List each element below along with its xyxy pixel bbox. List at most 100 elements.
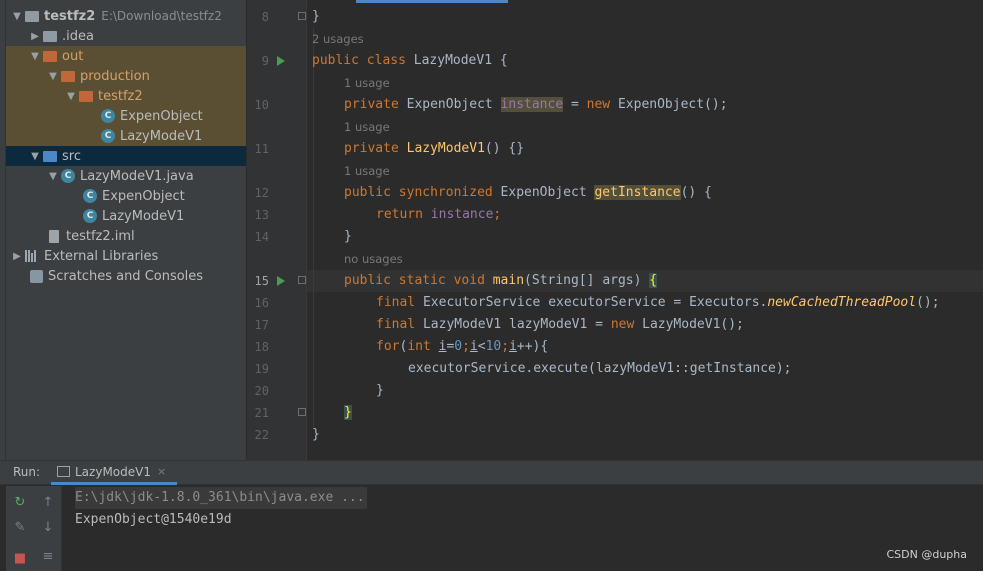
active-tab-indicator — [356, 0, 508, 3]
tree-item-external-libraries[interactable]: ▶ External Libraries — [6, 246, 246, 266]
tree-item-idea[interactable]: ▶ .idea — [6, 26, 246, 46]
folder-icon — [42, 28, 58, 44]
scratches-icon — [28, 268, 44, 284]
tree-item-production[interactable]: ▼ production — [6, 66, 246, 86]
line-number: 18 — [254, 340, 269, 354]
tree-item-label: out — [62, 48, 84, 64]
chevron-down-icon[interactable]: ▼ — [46, 171, 60, 182]
tree-item-iml[interactable]: testfz2.iml — [6, 226, 246, 246]
chevron-down-icon[interactable]: ▼ — [28, 51, 42, 62]
fold-marker-icon[interactable] — [298, 276, 306, 284]
code-line-10: private ExpenObject instance = new Expen… — [344, 97, 728, 112]
module-file-icon — [46, 228, 62, 244]
tree-item-label: production — [80, 68, 150, 84]
tree-item-expenobject[interactable]: C ExpenObject — [6, 186, 246, 206]
chevron-right-icon[interactable]: ▶ — [10, 251, 24, 262]
excluded-folder-icon — [60, 68, 76, 84]
fold-marker-icon[interactable] — [298, 12, 306, 20]
arrow-up-icon[interactable]: ↑ — [40, 494, 56, 510]
code-line-16: final ExecutorService executorService = … — [376, 295, 940, 310]
tree-root-path: E:\Download\testfz2 — [101, 9, 222, 23]
run-class-icon[interactable] — [277, 56, 285, 66]
line-number: 9 — [261, 54, 269, 68]
code-line-11: private LazyModeV1() {} — [344, 141, 525, 156]
chevron-down-icon[interactable]: ▼ — [46, 71, 60, 82]
run-tab-lazymodev1[interactable]: LazyModeV1 × — [51, 461, 177, 485]
line-number: 20 — [254, 384, 269, 398]
soft-wrap-icon[interactable]: ≡ — [40, 548, 56, 564]
gutter-divider — [306, 0, 307, 460]
tree-item-label: External Libraries — [44, 248, 159, 264]
code-line-8: } — [312, 9, 320, 24]
code-line-22: } — [312, 427, 320, 442]
usage-hint[interactable]: 1 usage — [344, 116, 390, 138]
line-number: 19 — [254, 362, 269, 376]
usage-hint[interactable]: 2 usages — [312, 28, 364, 50]
line-number: 8 — [261, 10, 269, 24]
tree-item-out[interactable]: ▼ out — [6, 46, 246, 66]
tree-item-label: ExpenObject — [120, 108, 203, 124]
line-number: 10 — [254, 98, 269, 112]
stop-icon[interactable]: ■ — [12, 550, 28, 566]
excluded-folder-icon — [42, 48, 58, 64]
project-tree-panel: ▼ testfz2 E:\Download\testfz2 ▶ .idea ▼ … — [6, 0, 247, 460]
tree-item-lazymodev1[interactable]: C LazyModeV1 — [6, 206, 246, 226]
indent-guide — [313, 28, 314, 428]
class-icon: C — [100, 108, 116, 124]
fold-marker-icon[interactable] — [298, 408, 306, 416]
run-toolbar-secondary: ↑ ↓ ≡ — [34, 486, 62, 571]
arrow-down-icon[interactable]: ↓ — [40, 519, 56, 535]
line-number: 13 — [254, 208, 269, 222]
console-command-line[interactable]: E:\jdk\jdk-1.8.0_361\bin\java.exe ... — [75, 487, 367, 509]
run-toolbar-primary: ↻ ✎ ■ — [6, 486, 34, 571]
code-line-15: public static void main(String[] args) { — [344, 273, 658, 288]
tree-item-label: ExpenObject — [102, 188, 185, 204]
source-folder-icon — [42, 148, 58, 164]
code-editor[interactable]: 8 9 10 11 12 13 14 15 16 17 18 19 20 21 … — [247, 0, 983, 460]
tree-item-label: testfz2 — [98, 88, 143, 104]
tree-item-label: Scratches and Consoles — [48, 268, 204, 284]
tree-item-label: testfz2.iml — [66, 228, 135, 244]
tree-item-label: LazyModeV1 — [120, 128, 203, 144]
code-line-17: final LazyModeV1 lazyModeV1 = new LazyMo… — [376, 317, 744, 332]
chevron-down-icon[interactable]: ▼ — [10, 11, 24, 22]
close-icon[interactable]: × — [157, 465, 166, 478]
tree-item-label: src — [62, 148, 81, 164]
tree-item-label: LazyModeV1 — [102, 208, 185, 224]
console-icon — [57, 466, 70, 477]
usage-hint[interactable]: no usages — [344, 248, 403, 270]
code-line-21: } — [344, 405, 352, 420]
wrench-icon[interactable]: ✎ — [12, 519, 28, 535]
code-line-19: executorService.execute(lazyModeV1::getI… — [408, 361, 792, 376]
tree-item-testfz2-out[interactable]: ▼ testfz2 — [6, 86, 246, 106]
code-line-18: for(int i=0;i<10;i++){ — [376, 339, 549, 354]
watermark: CSDN @dupha — [886, 548, 967, 561]
tree-item-src[interactable]: ▼ src — [6, 146, 246, 166]
chevron-down-icon[interactable]: ▼ — [64, 91, 78, 102]
line-number: 22 — [254, 428, 269, 442]
tree-item-label: LazyModeV1.java — [80, 168, 194, 184]
rerun-icon[interactable]: ↻ — [12, 494, 28, 510]
chevron-down-icon[interactable]: ▼ — [28, 151, 42, 162]
tree-item-expenobject-class[interactable]: C ExpenObject — [6, 106, 246, 126]
tree-item-root[interactable]: ▼ testfz2 E:\Download\testfz2 — [6, 6, 246, 26]
usage-hint[interactable]: 1 usage — [344, 72, 390, 94]
java-class-icon: C — [60, 168, 76, 184]
code-line-20: } — [376, 383, 384, 398]
line-number: 14 — [254, 230, 269, 244]
code-line-9: public class LazyModeV1 { — [312, 53, 508, 68]
class-icon: C — [100, 128, 116, 144]
code-line-12: public synchronized ExpenObject getInsta… — [344, 185, 712, 200]
folder-icon — [24, 8, 40, 24]
class-icon: C — [82, 188, 98, 204]
library-icon — [24, 248, 40, 264]
code-line-13: return instance; — [376, 207, 502, 222]
run-tab-label: LazyModeV1 — [75, 464, 151, 479]
chevron-right-icon[interactable]: ▶ — [28, 31, 42, 42]
tree-item-lazymodev1-class[interactable]: C LazyModeV1 — [6, 126, 246, 146]
line-number: 16 — [254, 296, 269, 310]
tree-item-scratches[interactable]: Scratches and Consoles — [6, 266, 246, 286]
run-main-icon[interactable] — [277, 276, 285, 286]
usage-hint[interactable]: 1 usage — [344, 160, 390, 182]
tree-item-lazymodev1-java[interactable]: ▼ C LazyModeV1.java — [6, 166, 246, 186]
